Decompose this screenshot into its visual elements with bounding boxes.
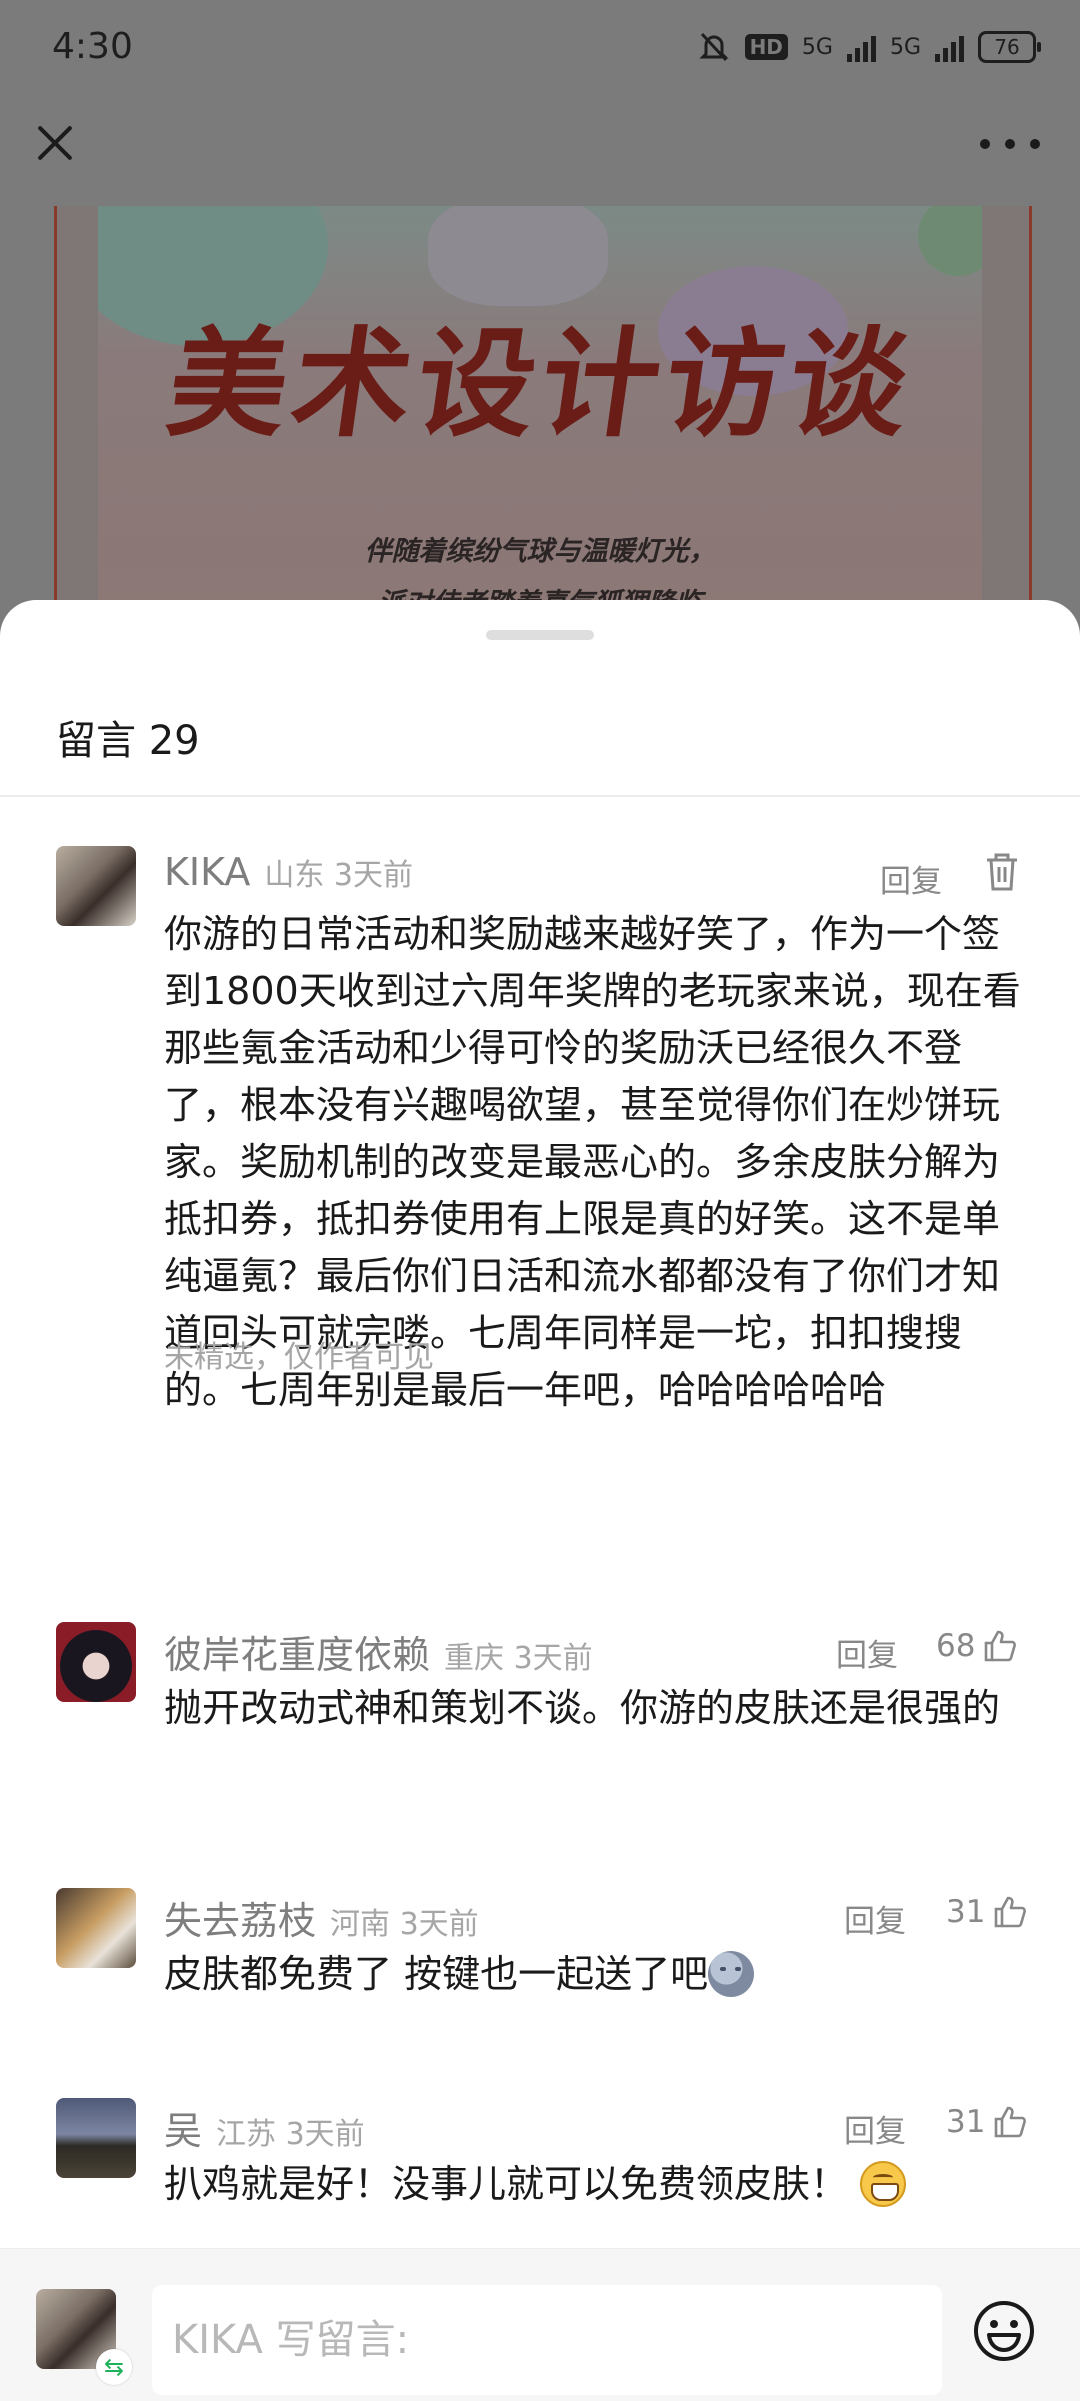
commenter-name[interactable]: KIKA 山东 3天前: [164, 850, 413, 894]
commenter-name[interactable]: 吴江苏 3天前: [164, 2100, 365, 2155]
battery-icon: 76: [978, 31, 1041, 63]
like-count: 68: [936, 1628, 976, 1664]
commenter-name[interactable]: 彼岸花重度依赖 重庆 3天前: [164, 1624, 593, 1679]
thumbs-up-icon: [995, 1896, 1027, 1928]
signal-icon-1: [846, 32, 876, 62]
thumbs-up-icon: [995, 2106, 1027, 2138]
avatar[interactable]: [56, 1888, 136, 1968]
network-label-2: 5G: [889, 34, 921, 60]
divider: [0, 795, 1080, 797]
comment-body: 扒鸡就是好！没事儿就可以免费领皮肤！: [164, 2156, 1034, 2213]
comment-input-bar: ⇆ KIKA 写留言:: [0, 2248, 1080, 2401]
commenter-location: 河南: [330, 1907, 391, 1942]
commenter-location: 重庆: [444, 1641, 505, 1676]
article-banner-image: 美术设计访谈 伴随着缤纷气球与温暖灯光， 派对侍者踏着喜气狐狸降临: [98, 206, 982, 646]
reply-button[interactable]: 回复: [836, 1630, 898, 1675]
moon-face-emoji-icon: [708, 1951, 755, 1997]
comment-body: 皮肤都免费了 按键也一起送了吧: [164, 1946, 1034, 2003]
hd-badge: HD: [744, 34, 788, 60]
avatar[interactable]: [56, 846, 136, 926]
status-bar: 4:30 HD 5G 5G 76: [0, 0, 1080, 100]
avatar[interactable]: [56, 1622, 136, 1702]
sheet-drag-handle[interactable]: [486, 630, 594, 640]
comment-time: 3天前: [333, 858, 414, 893]
comment-body: 抛开改动式神和策划不谈。你游的皮肤还是很强的: [164, 1686, 1001, 1730]
like-button[interactable]: 31: [946, 1894, 1027, 1930]
thumbs-up-icon: [985, 1630, 1017, 1662]
comment-time: 3天前: [513, 1641, 593, 1676]
commenter-location: 山东: [264, 858, 325, 893]
switch-account-icon[interactable]: ⇆: [96, 2349, 132, 2385]
like-count: 31: [946, 1894, 986, 1930]
close-icon[interactable]: [30, 118, 80, 168]
commenter-location: 江苏: [216, 2117, 277, 2152]
grinning-face-emoji-icon: [860, 2161, 907, 2207]
network-label-1: 5G: [801, 34, 833, 60]
comment-time: 3天前: [285, 2117, 365, 2152]
banner-title: 美术设计访谈: [159, 314, 924, 453]
reply-button[interactable]: 回复: [844, 1896, 906, 1941]
trash-icon[interactable]: [984, 852, 1020, 892]
commenter-name[interactable]: 失去荔枝 河南 3天前: [164, 1890, 479, 1945]
signal-icon-2: [935, 32, 964, 62]
smiley-icon[interactable]: [972, 2299, 1036, 2363]
status-time: 4:30: [52, 26, 133, 67]
mute-bell-icon: [698, 32, 729, 62]
like-button[interactable]: 68: [936, 1628, 1017, 1664]
status-icons: HD 5G 5G 76: [697, 30, 1041, 64]
comment-input[interactable]: KIKA 写留言:: [152, 2285, 942, 2395]
avatar[interactable]: [56, 2098, 136, 2178]
comments-sheet: 留言 29 KIKA 山东 3天前 回复 你游的日常活动和奖励越来越好笑了，作为一…: [0, 600, 1080, 2400]
like-button[interactable]: 31: [946, 2104, 1027, 2140]
visibility-note: 未精选，仅作者可见: [164, 1340, 434, 1375]
comment-time: 3天前: [399, 1907, 479, 1942]
like-count: 31: [946, 2104, 986, 2140]
comments-title: 留言 29: [56, 718, 200, 764]
more-icon[interactable]: [980, 124, 1040, 164]
reply-button[interactable]: 回复: [844, 2106, 906, 2151]
reply-button[interactable]: 回复: [880, 856, 942, 901]
